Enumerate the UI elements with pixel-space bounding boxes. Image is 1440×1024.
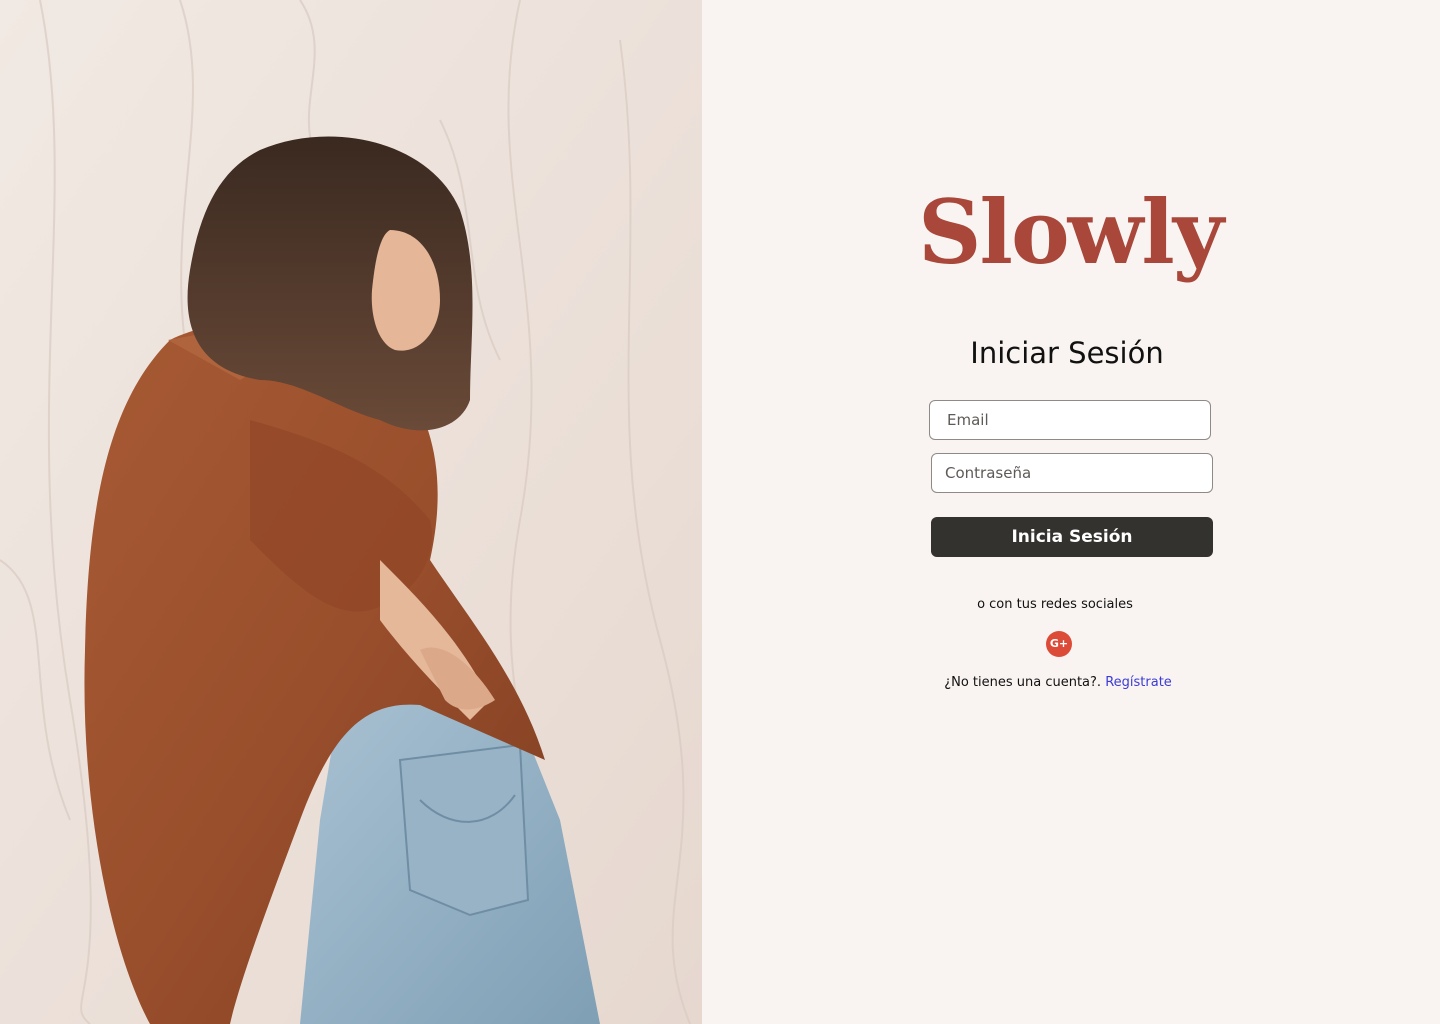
login-button[interactable]: Inicia Sesión (931, 517, 1213, 557)
page-title: Iniciar Sesión (970, 336, 1164, 370)
brand-logo: Slowly (918, 180, 1224, 284)
signup-row: ¿No tienes una cuenta?. Regístrate (702, 675, 1414, 690)
social-login-caption: o con tus redes sociales (977, 597, 1133, 612)
hero-photo-illustration (0, 0, 702, 1024)
google-plus-icon[interactable]: G+ (1046, 631, 1072, 657)
hero-photo (0, 0, 702, 1024)
login-panel: Slowly Iniciar Sesión Inicia Sesión o co… (702, 0, 1440, 1024)
login-page: Slowly Iniciar Sesión Inicia Sesión o co… (0, 0, 1440, 1024)
email-field[interactable] (929, 400, 1211, 440)
password-field[interactable] (931, 453, 1213, 493)
signup-prompt: ¿No tienes una cuenta?. (944, 675, 1102, 690)
signup-link[interactable]: Regístrate (1105, 675, 1172, 690)
